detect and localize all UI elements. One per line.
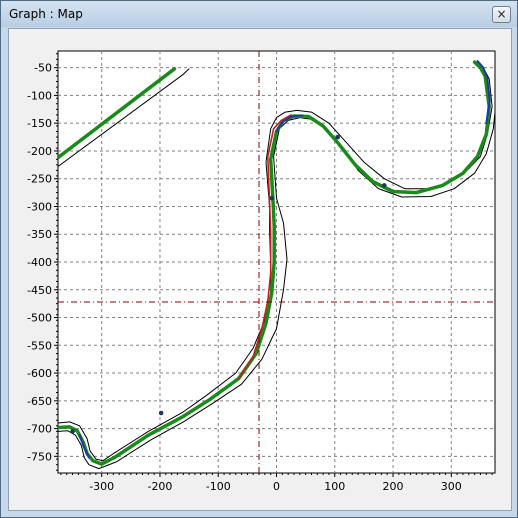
position-marker [70, 429, 75, 434]
x-tick-label: -100 [206, 480, 231, 493]
close-icon: × [496, 7, 507, 21]
x-tick-label: -300 [89, 480, 114, 493]
y-tick-label: -500 [27, 312, 52, 325]
y-tick-label: -200 [27, 145, 52, 158]
y-tick-label: -400 [27, 256, 52, 269]
window-title: Graph : Map [9, 7, 83, 21]
close-button[interactable]: × [492, 6, 511, 23]
map-chart[interactable]: -50 -100 -150 -200 -250 -300 -350 -400 -450 -500 -… [9, 29, 511, 510]
y-tick-label: -750 [27, 450, 52, 463]
x-tick-label: 300 [441, 480, 462, 493]
x-axis: -300 -200 -100 0 100 200 300 [60, 473, 493, 493]
position-marker [269, 195, 275, 201]
x-tick-label: 0 [273, 480, 280, 493]
y-tick-label: -350 [27, 228, 52, 241]
x-tick-label: -200 [147, 480, 172, 493]
title-bar[interactable]: Graph : Map × [1, 1, 517, 27]
y-tick-label: -450 [27, 284, 52, 297]
x-tick-label: 200 [383, 480, 404, 493]
y-tick-label: -600 [27, 367, 52, 380]
position-marker [158, 410, 164, 416]
y-tick-label: -300 [27, 200, 52, 213]
y-tick-label: -50 [34, 62, 52, 75]
y-tick-label: -150 [27, 117, 52, 130]
graph-client-area: -50 -100 -150 -200 -250 -300 -350 -400 -450 -500 -… [8, 28, 512, 511]
graph-map-window: Graph : Map × -50 -100 -150 -200 -250 -300 -35… [0, 0, 518, 518]
y-tick-label: -650 [27, 395, 52, 408]
y-tick-label: -100 [27, 89, 52, 102]
position-marker [381, 183, 387, 188]
y-tick-label: -250 [27, 173, 52, 186]
y-tick-label: -700 [27, 423, 52, 436]
y-axis: -50 -100 -150 -200 -250 -300 -350 -400 -450 -500 -… [27, 53, 58, 471]
y-tick-label: -550 [27, 339, 52, 352]
position-marker [335, 134, 340, 140]
x-tick-label: 100 [324, 480, 345, 493]
